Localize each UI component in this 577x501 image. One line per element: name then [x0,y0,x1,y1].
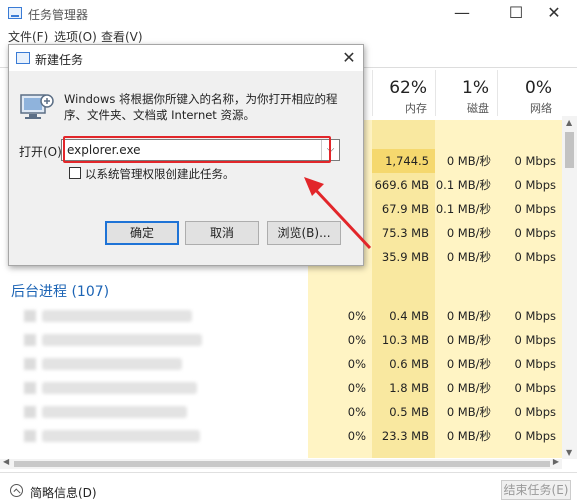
column-memory[interactable]: 62% 内存 [372,70,435,116]
vertical-scrollbar[interactable]: ▲ ▼ [562,116,577,459]
row-1-network: 0 Mbps [514,154,557,168]
column-network[interactable]: 0% 网络 [497,70,560,116]
row-4-disk: 0 MB/秒 [446,226,491,240]
row-2-memory: 669.6 MB [374,178,429,192]
bg-row-6-memory: 23.3 MB [381,429,429,443]
annotation-arrow [304,177,372,250]
process-icon [24,334,36,346]
highlight-box [63,136,331,163]
bg-row-5-disk: 0 MB/秒 [446,405,491,419]
bg-row-3-disk: 0 MB/秒 [446,357,491,371]
horizontal-scrollbar[interactable]: ◀ ▶ [0,457,562,469]
cancel-button[interactable]: 取消 [185,221,259,245]
row-1-disk: 0 MB/秒 [446,154,491,168]
bg-row-4-cpu: 0% [347,381,366,395]
scroll-up-icon[interactable]: ▲ [566,118,572,127]
bg-row-4-memory: 1.8 MB [389,381,429,395]
bg-row-3-cpu: 0% [347,357,366,371]
bg-row-6-disk: 0 MB/秒 [446,429,491,443]
process-name-blurred [42,430,200,442]
memory-label: 内存 [405,102,427,115]
scroll-thumb-horizontal[interactable] [14,461,550,467]
menu-bar: 文件(F) 选项(O) 查看(V) [0,28,577,44]
disk-percent: 1% [462,78,489,98]
ok-button[interactable]: 确定 [105,221,179,245]
open-label: 打开(O): [19,145,66,159]
bg-row-2-network: 0 Mbps [514,333,557,347]
memory-percent: 62% [389,78,427,98]
process-name-blurred [42,310,192,322]
row-3-network: 0 Mbps [514,202,557,216]
bg-row-5-memory: 0.5 MB [389,405,429,419]
dialog-app-icon [16,52,30,64]
row-2-disk: 0.1 MB/秒 [435,178,491,192]
minimize-button[interactable]: — [439,0,485,28]
menu-view[interactable]: 查看(V) [101,28,143,45]
bg-row-4-disk: 0 MB/秒 [446,381,491,395]
process-icon [24,430,36,442]
menu-options[interactable]: 选项(O) [54,28,97,45]
row-2-network: 0 Mbps [514,178,557,192]
bg-row-3-network: 0 Mbps [514,357,557,371]
process-name-blurred [42,406,187,418]
menu-file[interactable]: 文件(F) [8,28,48,45]
bg-row-1-network: 0 Mbps [514,309,557,323]
bg-row-6-cpu: 0% [347,429,366,443]
scroll-left-icon[interactable]: ◀ [3,457,9,466]
network-percent: 0% [525,78,552,98]
admin-checkbox[interactable] [69,167,81,179]
task-manager-titlebar: 任务管理器 — ☐ ✕ [0,0,577,28]
disk-label: 磁盘 [467,102,489,115]
bg-row-3-memory: 0.6 MB [389,357,429,371]
bg-row-1-memory: 0.4 MB [389,309,429,323]
dialog-description: Windows 将根据你所键入的名称，为你打开相应的程序、文件夹、文档或 Int… [64,92,338,122]
collapse-icon[interactable] [10,484,23,497]
scroll-down-icon[interactable]: ▼ [566,448,572,457]
bg-row-5-cpu: 0% [347,405,366,419]
row-1-memory: 1,744.5 ... [372,149,435,192]
background-processes-heading[interactable]: 后台进程 (107) [11,281,109,301]
scroll-thumb[interactable] [565,132,574,168]
scroll-right-icon[interactable]: ▶ [553,457,559,466]
process-name-blurred [42,382,197,394]
dialog-titlebar: 新建任务 ✕ [9,45,363,71]
bg-row-1-cpu: 0% [347,309,366,323]
process-icon [24,382,36,394]
process-icon [24,310,36,322]
row-4-network: 0 Mbps [514,226,557,240]
dialog-close-button[interactable]: ✕ [335,45,363,71]
footer-bar: 简略信息(D) 结束任务(E) [0,472,577,500]
bg-row-2-cpu: 0% [347,333,366,347]
network-label: 网络 [530,102,552,115]
row-3-memory: 67.9 MB [381,202,429,216]
run-program-icon [20,94,54,119]
row-5-network: 0 Mbps [514,250,557,264]
admin-checkbox-label[interactable]: 以系统管理权限创建此任务。 [85,166,235,182]
bg-row-2-disk: 0 MB/秒 [446,333,491,347]
close-button[interactable]: ✕ [531,0,577,28]
row-5-memory: 35.9 MB [381,250,429,264]
bg-row-4-network: 0 Mbps [514,381,557,395]
process-name-blurred [42,334,202,346]
process-icon [24,406,36,418]
process-icon [24,358,36,370]
column-disk[interactable]: 1% 磁盘 [435,70,497,116]
bg-row-2-memory: 10.3 MB [381,333,429,347]
window-title: 任务管理器 [28,8,89,22]
task-manager-icon [8,7,22,19]
bg-row-1-disk: 0 MB/秒 [446,309,491,323]
process-name-blurred [42,358,182,370]
row-5-disk: 0 MB/秒 [446,250,491,264]
bg-row-6-network: 0 Mbps [514,429,557,443]
end-task-button[interactable]: 结束任务(E) [501,480,571,500]
bg-row-5-network: 0 Mbps [514,405,557,419]
row-4-memory: 75.3 MB [381,226,429,240]
row-3-disk: 0.1 MB/秒 [435,202,491,216]
less-details-link[interactable]: 简略信息(D) [30,484,97,501]
dialog-title: 新建任务 [35,53,84,67]
